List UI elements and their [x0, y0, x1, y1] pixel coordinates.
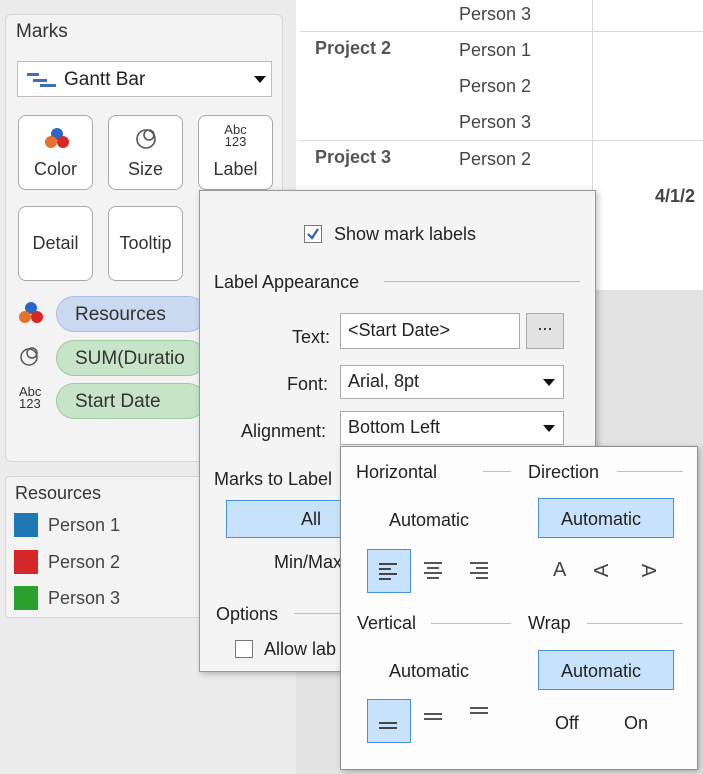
font-value: Arial, 8pt — [348, 371, 420, 391]
tooltip-button[interactable]: Tooltip — [108, 206, 183, 281]
font-label: Font: — [287, 374, 329, 394]
pill-resources-label: Resources — [75, 304, 166, 325]
checkmark-icon — [307, 228, 319, 240]
divider — [587, 623, 683, 624]
mark-type-dropdown[interactable]: Gantt Bar — [17, 61, 272, 97]
divider — [300, 140, 703, 141]
show-mark-labels-label: Show mark labels — [334, 224, 477, 244]
size-button-label: Size — [127, 159, 163, 179]
align-right-icon[interactable] — [470, 561, 490, 579]
label-button[interactable]: Abc 123 Label — [198, 115, 273, 190]
horizontal-automatic[interactable]: Automatic — [389, 510, 469, 531]
legend-title: Resources — [15, 483, 102, 503]
direction-automatic-label: Automatic — [561, 509, 642, 529]
wrap-off[interactable]: Off — [555, 713, 579, 734]
detail-button-label: Detail — [32, 233, 79, 253]
legend-swatch — [14, 586, 38, 610]
legend-swatch — [14, 550, 38, 574]
legend-item-label: Person 2 — [48, 552, 121, 572]
vertical-automatic[interactable]: Automatic — [389, 661, 469, 682]
color-button[interactable]: Color — [18, 115, 93, 190]
label-icon: Abc 123 — [224, 122, 247, 149]
pill-resources[interactable]: Resources — [56, 296, 206, 332]
direction-horizontal-icon[interactable]: A — [553, 559, 566, 582]
show-mark-labels-checkbox[interactable] — [304, 225, 322, 243]
direction-up-icon[interactable]: A — [591, 564, 614, 577]
legend-item-label: Person 3 — [48, 588, 121, 608]
align-middle-icon[interactable] — [424, 709, 444, 725]
chevron-down-icon — [254, 76, 266, 83]
align-center-icon[interactable] — [424, 561, 444, 579]
align-left-button[interactable] — [367, 549, 411, 593]
chevron-down-icon — [543, 425, 555, 432]
size-icon — [136, 129, 156, 149]
chevron-down-icon — [543, 379, 555, 386]
direction-down-icon[interactable]: A — [636, 564, 659, 577]
divider — [483, 471, 511, 472]
all-option-label: All — [301, 509, 322, 529]
tooltip-button-label: Tooltip — [119, 233, 172, 253]
divider — [617, 471, 683, 472]
direction-automatic[interactable]: Automatic — [538, 498, 674, 538]
color-button-label: Color — [33, 159, 77, 179]
alignment-popup: Horizontal Direction Automatic Automatic… — [340, 446, 698, 770]
options-heading: Options — [216, 604, 279, 624]
wrap-automatic-label: Automatic — [561, 661, 642, 681]
align-top-icon[interactable] — [470, 705, 490, 721]
align-bottom-icon — [379, 722, 397, 729]
label-icon: Abc 123 — [19, 384, 42, 411]
allow-labels-checkbox[interactable] — [235, 640, 253, 658]
table-cell: Person 2 — [459, 76, 532, 96]
pill-start-date[interactable]: Start Date — [56, 383, 206, 419]
horizontal-heading: Horizontal — [356, 462, 438, 482]
ellipsis-label: ... — [537, 314, 553, 334]
edit-text-button[interactable]: ... — [526, 313, 564, 349]
wrap-automatic[interactable]: Automatic — [538, 650, 674, 690]
label-appearance-heading: Label Appearance — [214, 272, 360, 292]
table-cell: Person 3 — [459, 112, 532, 132]
mark-label-date: 4/1/2 — [655, 186, 696, 206]
legend-item-label: Person 1 — [48, 515, 121, 535]
color-icon — [45, 128, 69, 148]
text-field[interactable]: <Start Date> — [340, 313, 520, 349]
font-dropdown[interactable]: Arial, 8pt — [340, 365, 564, 399]
color-icon — [19, 302, 43, 323]
pill-duration[interactable]: SUM(Duratio — [56, 340, 206, 376]
table-cell: Person 2 — [459, 149, 532, 169]
pill-duration-label: SUM(Duratio — [75, 348, 185, 369]
direction-heading: Direction — [528, 462, 600, 482]
wrap-heading: Wrap — [528, 613, 571, 633]
divider — [431, 623, 511, 624]
vertical-heading: Vertical — [357, 613, 417, 633]
mark-type-label: Gantt Bar — [64, 69, 146, 90]
legend-swatch — [14, 513, 38, 537]
size-icon — [20, 347, 38, 366]
table-cell: Person 3 — [459, 4, 532, 24]
alignment-dropdown[interactable]: Bottom Left — [340, 411, 564, 445]
marks-title: Marks — [16, 21, 68, 42]
wrap-on[interactable]: On — [624, 713, 648, 734]
divider — [384, 281, 580, 282]
label-button-label: Label — [213, 159, 258, 179]
project-label: Project 3 — [315, 147, 392, 167]
text-label: Text: — [292, 327, 331, 347]
pill-start-date-label: Start Date — [75, 391, 161, 412]
gantt-icon — [27, 73, 56, 87]
align-bottom-button[interactable] — [367, 699, 411, 743]
marks-to-label-heading: Marks to Label — [214, 469, 333, 489]
alignment-value: Bottom Left — [348, 417, 441, 437]
detail-button[interactable]: Detail — [18, 206, 93, 281]
alignment-label: Alignment: — [241, 421, 327, 441]
table-cell: Person 1 — [459, 40, 532, 60]
divider — [300, 31, 703, 32]
size-button[interactable]: Size — [108, 115, 183, 190]
project-label: Project 2 — [315, 38, 392, 58]
align-left-icon — [379, 563, 397, 580]
allow-labels-label: Allow lab — [264, 639, 337, 659]
minmax-option[interactable]: Min/Max — [274, 552, 342, 573]
